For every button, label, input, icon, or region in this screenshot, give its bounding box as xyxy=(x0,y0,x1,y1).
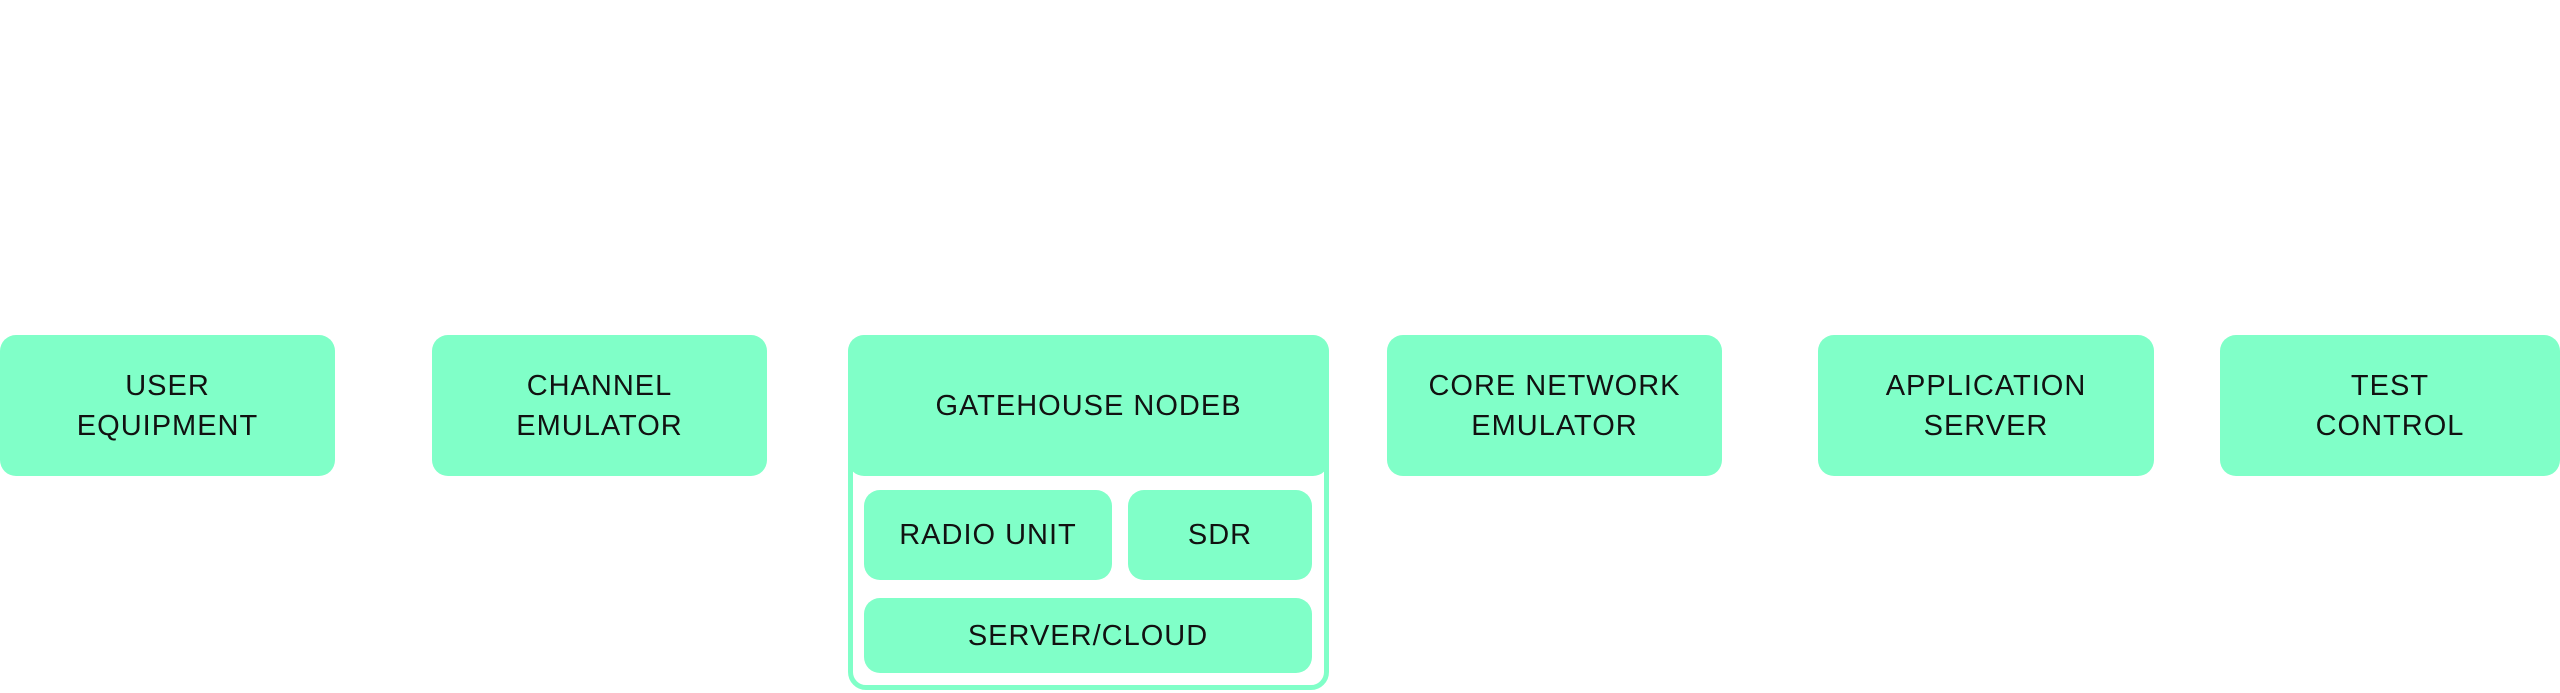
radio-unit-block: RADIO UNIT xyxy=(864,490,1112,580)
application-server-block: APPLICATION SERVER xyxy=(1818,335,2154,476)
server-cloud-block: SERVER/CLOUD xyxy=(864,598,1312,673)
gatehouse-nodeb-block: GATEHOUSE NODEB xyxy=(848,335,1329,476)
core-network-emulator-block: CORE NETWORK EMULATOR xyxy=(1387,335,1722,476)
user-equipment-block: USER EQUIPMENT xyxy=(0,335,335,476)
sdr-block: SDR xyxy=(1128,490,1312,580)
test-control-block: TEST CONTROL xyxy=(2220,335,2560,476)
channel-emulator-block: CHANNEL EMULATOR xyxy=(432,335,767,476)
